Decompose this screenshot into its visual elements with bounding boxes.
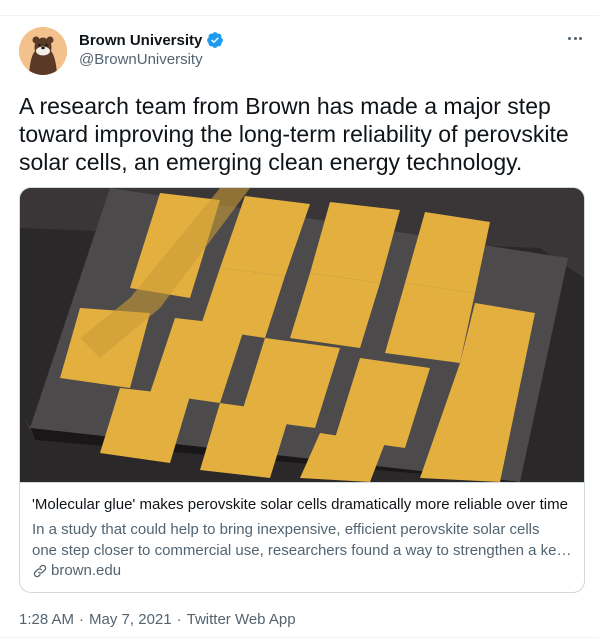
avatar[interactable]	[19, 27, 67, 75]
more-dot-icon	[568, 36, 572, 40]
tweet-date[interactable]: May 7, 2021	[89, 611, 172, 628]
tweet-source[interactable]: Twitter Web App	[187, 611, 296, 628]
card-domain: brown.edu	[51, 562, 122, 579]
top-divider	[0, 15, 599, 16]
bottom-divider	[0, 637, 599, 638]
meta-separator: ·	[176, 611, 182, 628]
tweet-text: A research team from Brown has made a ma…	[19, 93, 569, 175]
tweet-metadata: 1:28 AM · May 7, 2021 · Twitter Web App	[19, 611, 296, 628]
solar-cell-photo	[20, 188, 584, 482]
author-handle[interactable]: @BrownUniversity	[79, 51, 203, 68]
card-description-line: In a study that could help to bring inex…	[32, 521, 540, 538]
card-description-line: one step closer to commercial use, resea…	[32, 542, 572, 559]
more-dot-icon	[578, 36, 582, 40]
tweet-time[interactable]: 1:28 AM	[19, 611, 74, 628]
link-card[interactable]: 'Molecular glue' makes perovskite solar …	[19, 187, 585, 593]
author-name[interactable]: Brown University	[79, 32, 202, 49]
author-row: Brown University	[79, 31, 224, 49]
more-dot-icon	[573, 36, 577, 40]
card-domain-row: brown.edu	[32, 562, 121, 579]
verified-badge-icon	[207, 32, 224, 48]
meta-separator: ·	[79, 611, 85, 628]
link-icon	[33, 564, 47, 577]
card-description: In a study that could help to bring inex…	[32, 519, 572, 561]
card-title: 'Molecular glue' makes perovskite solar …	[32, 496, 568, 513]
bear-mascot-icon	[19, 27, 67, 75]
more-options-button[interactable]	[562, 28, 588, 48]
card-divider	[20, 482, 584, 483]
